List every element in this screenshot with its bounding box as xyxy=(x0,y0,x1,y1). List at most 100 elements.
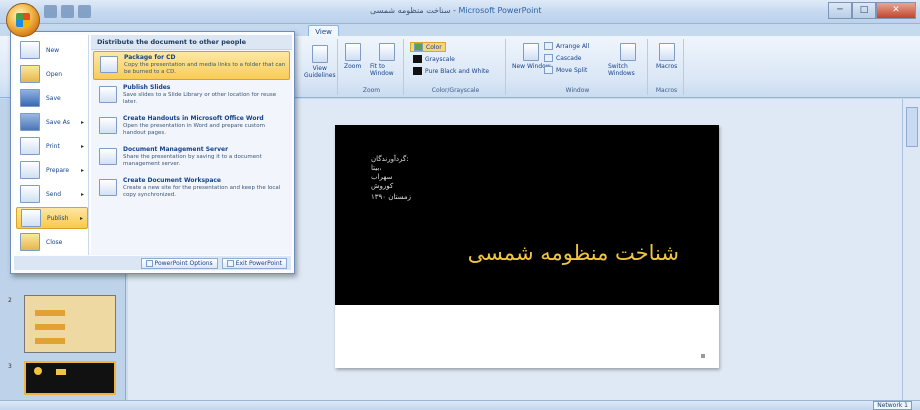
exit-icon xyxy=(226,259,234,267)
macros-button[interactable]: Macros xyxy=(656,43,677,70)
menu-item-new[interactable]: New xyxy=(16,39,88,61)
menu-item-label: Save xyxy=(46,94,61,102)
new-window-icon xyxy=(523,43,540,61)
slide-title: شناخت منظومه شمسی xyxy=(467,241,679,265)
office-menu-footer: PowerPoint Options Exit PowerPoint xyxy=(14,256,291,270)
title-bar: سناخت منظومه شمسی - Microsoft PowerPoint… xyxy=(0,0,920,24)
server-icon xyxy=(99,148,117,165)
submenu-desc: Create a new site for the presentation a… xyxy=(123,185,281,198)
thumbnail-arrow-icon xyxy=(35,310,65,316)
slide-number: 2 xyxy=(8,297,12,304)
ribbon-group-window: New Window Arrange All Cascade Move Spli… xyxy=(508,39,648,95)
menu-item-save-as[interactable]: Save As ▸ xyxy=(16,111,88,133)
grayscale-label: Grayscale xyxy=(425,55,455,63)
submenu-package-for-cd[interactable]: Package for CD Copy the presentation and… xyxy=(93,51,290,80)
thumbnail-arrow-icon xyxy=(35,338,65,344)
submenu-desc: Open the presentation in Word and prepar… xyxy=(123,123,265,136)
author-line: گردآورندگان: xyxy=(371,155,409,163)
redo-icon[interactable] xyxy=(78,5,91,18)
menu-item-label: Send xyxy=(46,190,62,198)
guidelines-button[interactable]: View Guidelines xyxy=(304,45,336,79)
quick-access-toolbar xyxy=(44,5,91,18)
submenu-desc: Share the presentation by saving it to a… xyxy=(123,154,262,167)
fit-to-window-button[interactable]: Fit to Window xyxy=(370,43,403,77)
slide-thumbnail-2[interactable] xyxy=(24,295,116,353)
menu-item-label: Save As xyxy=(46,118,70,126)
undo-icon[interactable] xyxy=(61,5,74,18)
powerpoint-options-button[interactable]: PowerPoint Options xyxy=(140,257,218,269)
menu-item-label: New xyxy=(46,46,60,54)
submenu-title: Create Document Workspace xyxy=(123,177,222,184)
submenu-publish-slides[interactable]: Publish Slides Save slides to a Slide Li… xyxy=(93,82,290,111)
slide-background: گردآورندگان: بیتا، سهراب کوروش زمستان ۱۳… xyxy=(335,125,719,305)
vertical-scrollbar[interactable] xyxy=(902,99,920,400)
document-name: سناخت منظومه شمسی xyxy=(370,6,451,15)
author-line: سهراب xyxy=(371,173,393,181)
submenu-desc: Copy the presentation and media links to… xyxy=(124,62,286,75)
save-icon[interactable] xyxy=(44,5,57,18)
submenu-document-management-server[interactable]: Document Management Server Share the pre… xyxy=(93,144,290,173)
submenu-create-handouts[interactable]: Create Handouts in Microsoft Office Word… xyxy=(93,113,290,142)
menu-item-label: Prepare xyxy=(46,166,70,174)
color-swatch-icon xyxy=(414,43,423,51)
submenu-create-document-workspace[interactable]: Create Document Workspace Create a new s… xyxy=(93,175,290,204)
move-split-label: Move Split xyxy=(556,66,588,74)
menu-item-save[interactable]: Save xyxy=(16,87,88,109)
menu-item-prepare[interactable]: Prepare ▸ xyxy=(16,159,88,181)
submenu-title: Publish Slides xyxy=(123,84,171,91)
arrange-icon xyxy=(544,42,553,50)
menu-item-label: Publish xyxy=(47,214,69,222)
open-folder-icon xyxy=(20,65,40,83)
ribbon-group-color: Color Grayscale Pure Black and White Col… xyxy=(406,39,506,95)
new-doc-icon xyxy=(20,41,40,59)
slide-thumbnail-3[interactable] xyxy=(24,361,116,395)
close-folder-icon xyxy=(20,233,40,251)
move-split-button[interactable]: Move Split xyxy=(544,66,587,74)
black-white-icon xyxy=(413,67,422,75)
arrange-all-button[interactable]: Arrange All xyxy=(544,42,589,50)
color-button[interactable]: Color xyxy=(410,42,446,52)
cascade-label: Cascade xyxy=(556,54,582,62)
status-bar: Network 1 xyxy=(0,400,920,410)
exit-powerpoint-button[interactable]: Exit PowerPoint xyxy=(221,257,287,269)
author-line: بیتا، xyxy=(371,164,382,172)
options-icon xyxy=(145,259,153,267)
cd-icon xyxy=(100,56,118,73)
arrange-all-label: Arrange All xyxy=(556,42,590,50)
slide-date: زمستان ۱۳۹۰ xyxy=(371,193,412,201)
cascade-button[interactable]: Cascade xyxy=(544,54,581,62)
scrollbar-thumb[interactable] xyxy=(906,107,918,147)
menu-item-open[interactable]: Open xyxy=(16,63,88,85)
menu-item-print[interactable]: Print ▸ xyxy=(16,135,88,157)
publish-icon xyxy=(21,209,41,227)
macros-group-label: Macros xyxy=(655,87,678,94)
office-menu: New Open Save Save As ▸ Print ▸ Prepare … xyxy=(10,31,295,274)
menu-item-publish[interactable]: Publish ▸ xyxy=(16,207,88,229)
menu-item-close[interactable]: Close xyxy=(16,231,88,253)
ribbon-group-zoom: Zoom Fit to Window Zoom xyxy=(340,39,404,95)
guidelines-label: View xyxy=(312,65,327,72)
prepare-icon xyxy=(20,161,40,179)
workspace-icon xyxy=(99,179,117,196)
zoom-button[interactable]: Zoom xyxy=(344,43,361,70)
slide-authors: گردآورندگان: بیتا، سهراب کوروش xyxy=(371,155,409,191)
menu-item-send[interactable]: Send ▸ xyxy=(16,183,88,205)
close-button[interactable]: ✕ xyxy=(876,2,916,19)
minimize-button[interactable]: ─ xyxy=(828,2,852,19)
window-controls: ─ □ ✕ xyxy=(828,2,916,19)
grayscale-button[interactable]: Grayscale xyxy=(413,55,455,63)
notes-handle xyxy=(701,354,705,358)
word-handouts-icon xyxy=(99,117,117,134)
window-title: سناخت منظومه شمسی - Microsoft PowerPoint xyxy=(370,6,542,15)
current-slide[interactable]: گردآورندگان: بیتا، سهراب کوروش زمستان ۱۳… xyxy=(335,125,719,368)
submenu-arrow-icon: ▸ xyxy=(80,190,84,198)
pure-black-white-button[interactable]: Pure Black and White xyxy=(413,67,489,75)
maximize-button[interactable]: □ xyxy=(852,2,876,19)
network-indicator[interactable]: Network 1 xyxy=(873,401,912,410)
save-disk-icon xyxy=(20,89,40,107)
color-group-label: Color/Grayscale xyxy=(431,87,480,94)
switch-windows-button[interactable]: Switch Windows xyxy=(608,43,647,77)
publish-submenu: Distribute the document to other people … xyxy=(91,35,292,255)
pure-black-white-label: Pure Black and White xyxy=(425,67,490,75)
office-button[interactable] xyxy=(6,3,40,37)
